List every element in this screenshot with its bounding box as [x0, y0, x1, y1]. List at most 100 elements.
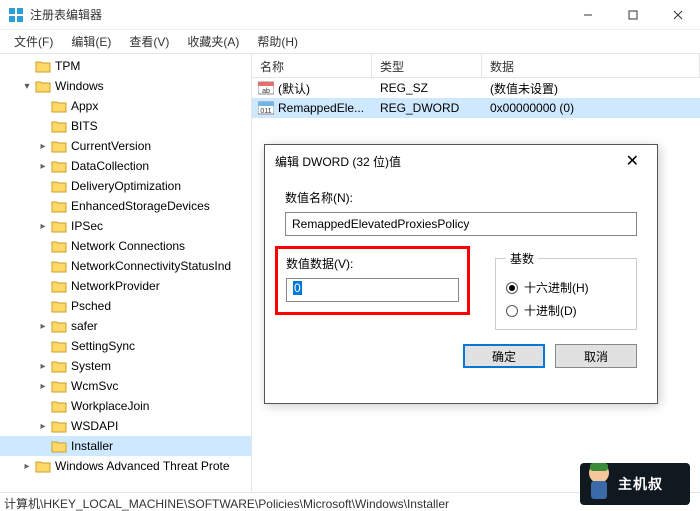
close-button[interactable] — [655, 0, 700, 30]
col-name[interactable]: 名称 — [252, 54, 372, 77]
tree-item[interactable]: TPM — [0, 56, 251, 76]
col-data[interactable]: 数据 — [482, 54, 700, 77]
tree-item[interactable]: BITS — [0, 116, 251, 136]
folder-icon — [51, 179, 67, 193]
tree-label: EnhancedStorageDevices — [71, 199, 210, 213]
tree-label: SettingSync — [71, 339, 135, 353]
window-title: 注册表编辑器 — [30, 6, 565, 23]
chevron-down-icon[interactable]: ▾ — [20, 81, 34, 92]
value-data: (数值未设置) — [482, 80, 558, 97]
radio-hex[interactable]: 十六进制(H) — [506, 279, 626, 296]
dialog-title: 编辑 DWORD (32 位)值 — [275, 153, 401, 170]
cancel-button[interactable]: 取消 — [555, 344, 637, 368]
tree-label: Psched — [71, 299, 111, 313]
folder-icon — [51, 239, 67, 253]
menu-file[interactable]: 文件(F) — [6, 30, 61, 53]
menu-fav[interactable]: 收藏夹(A) — [179, 30, 247, 53]
tree-item[interactable]: DeliveryOptimization — [0, 176, 251, 196]
tree-item[interactable]: Installer — [0, 436, 251, 456]
tree-label: NetworkConnectivityStatusInd — [71, 259, 231, 273]
folder-icon — [51, 219, 67, 233]
value-type-icon: 011 — [258, 100, 274, 116]
tree-label: IPSec — [71, 219, 103, 233]
folder-icon — [51, 99, 67, 113]
value-type: REG_DWORD — [372, 101, 482, 115]
tree-label: DataCollection — [71, 159, 149, 173]
tree-item[interactable]: EnhancedStorageDevices — [0, 196, 251, 216]
folder-icon — [35, 79, 51, 93]
dialog-close-icon[interactable]: ✕ — [618, 147, 647, 175]
tree-item[interactable]: ▸ IPSec — [0, 216, 251, 236]
menubar: 文件(F) 编辑(E) 查看(V) 收藏夹(A) 帮助(H) — [0, 30, 700, 54]
tree-item[interactable]: ▸safer — [0, 316, 251, 336]
value-type-icon: ab — [258, 80, 274, 96]
folder-icon — [51, 199, 67, 213]
tree-item[interactable]: Network Connections — [0, 236, 251, 256]
value-data-input[interactable]: 0 — [286, 278, 459, 302]
tree-label: Network Connections — [71, 239, 185, 253]
folder-icon — [51, 259, 67, 273]
tree-item[interactable]: ▸ Windows Advanced Threat Prote — [0, 456, 251, 476]
chevron-right-icon[interactable]: ▸ — [36, 321, 50, 332]
folder-icon — [51, 339, 67, 353]
folder-icon — [51, 379, 67, 393]
menu-edit[interactable]: 编辑(E) — [63, 30, 119, 53]
tree-item[interactable]: ▸ CurrentVersion — [0, 136, 251, 156]
radio-dot-icon — [506, 282, 518, 294]
tree-item[interactable]: ▸ System — [0, 356, 251, 376]
key-tree[interactable]: TPM▾Windows Appx BITS ▸ CurrentVersion ▸ DataC… — [0, 54, 252, 492]
column-headers[interactable]: 名称 类型 数据 — [252, 54, 700, 78]
folder-icon — [51, 139, 67, 153]
folder-icon — [35, 59, 51, 73]
tree-label: System — [71, 359, 111, 373]
minimize-button[interactable] — [565, 0, 610, 30]
chevron-right-icon[interactable]: ▸ — [36, 361, 50, 372]
maximize-button[interactable] — [610, 0, 655, 30]
dialog-titlebar[interactable]: 编辑 DWORD (32 位)值 ✕ — [265, 145, 657, 177]
value-data: 0x00000000 (0) — [482, 101, 574, 115]
value-row[interactable]: 011 RemappedEle...REG_DWORD0x00000000 (0) — [252, 98, 700, 118]
tree-item[interactable]: Appx — [0, 96, 251, 116]
ok-button[interactable]: 确定 — [463, 344, 545, 368]
tree-item[interactable]: NetworkProvider — [0, 276, 251, 296]
chevron-right-icon[interactable]: ▸ — [36, 421, 50, 432]
mascot-icon — [582, 459, 616, 503]
chevron-right-icon[interactable]: ▸ — [36, 381, 50, 392]
folder-icon — [51, 159, 67, 173]
folder-icon — [51, 119, 67, 133]
tree-item[interactable]: ▾Windows — [0, 76, 251, 96]
folder-icon — [51, 319, 67, 333]
chevron-right-icon[interactable]: ▸ — [20, 461, 34, 472]
folder-icon — [51, 419, 67, 433]
value-data-highlight: 数值数据(V): 0 — [275, 246, 470, 315]
value-name-label: 数值名称(N): — [285, 189, 637, 206]
svg-text:ab: ab — [262, 88, 270, 95]
tree-item[interactable]: SettingSync — [0, 336, 251, 356]
radio-dec[interactable]: 十进制(D) — [506, 302, 626, 319]
edit-dword-dialog: 编辑 DWORD (32 位)值 ✕ 数值名称(N): 数值数据(V): 0 基… — [264, 144, 658, 404]
menu-help[interactable]: 帮助(H) — [249, 30, 306, 53]
tree-item[interactable]: WorkplaceJoin — [0, 396, 251, 416]
tree-item[interactable]: NetworkConnectivityStatusInd — [0, 256, 251, 276]
tree-label: WSDAPI — [71, 419, 118, 433]
tree-label: Appx — [71, 99, 98, 113]
tree-item[interactable]: ▸WcmSvc — [0, 376, 251, 396]
chevron-right-icon[interactable]: ▸ — [36, 221, 50, 232]
chevron-right-icon[interactable]: ▸ — [36, 141, 50, 152]
tree-item[interactable]: ▸ DataCollection — [0, 156, 251, 176]
value-name: RemappedEle... — [278, 101, 372, 115]
value-row[interactable]: ab(默认)REG_SZ(数值未设置) — [252, 78, 700, 98]
tree-label: Windows Advanced Threat Prote — [55, 459, 230, 473]
window-controls — [565, 0, 700, 30]
watermark-badge: 主机叔 — [580, 463, 690, 505]
regedit-icon — [8, 7, 24, 23]
tree-label: CurrentVersion — [71, 139, 151, 153]
value-name-input[interactable] — [285, 212, 637, 236]
menu-view[interactable]: 查看(V) — [121, 30, 177, 53]
tree-item[interactable]: ▸ WSDAPI — [0, 416, 251, 436]
tree-item[interactable]: Psched — [0, 296, 251, 316]
chevron-right-icon[interactable]: ▸ — [36, 161, 50, 172]
col-type[interactable]: 类型 — [372, 54, 482, 77]
tree-label: DeliveryOptimization — [71, 179, 181, 193]
folder-icon — [51, 299, 67, 313]
